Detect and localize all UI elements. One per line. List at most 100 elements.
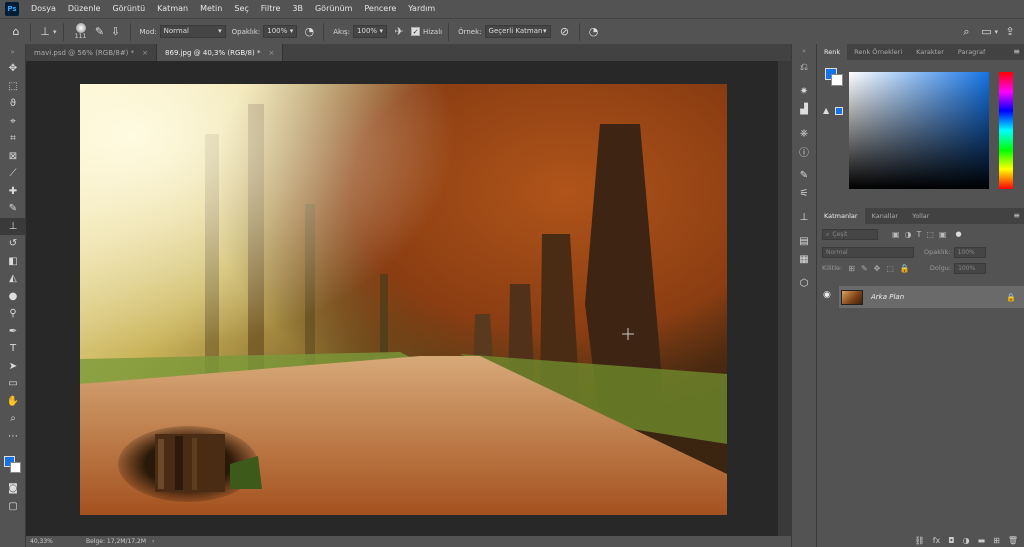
clone-source-icon[interactable]: ⇩ xyxy=(108,24,124,40)
tab-yollar[interactable]: Yollar xyxy=(905,208,936,224)
blend-mode-select[interactable]: Normal xyxy=(822,246,914,258)
more-tools-icon[interactable]: ⋯ xyxy=(0,428,26,446)
menu-dosya[interactable]: Dosya xyxy=(25,0,62,18)
layer-row[interactable]: Arka Plan 🔒 xyxy=(839,286,1024,308)
mode-select[interactable]: Normal ▾ xyxy=(159,25,226,38)
close-icon[interactable]: × xyxy=(142,49,148,57)
web-safe-color-swatch[interactable] xyxy=(835,107,843,115)
document-tab[interactable]: mavi.psd @ 56% (RGB/8#) * × xyxy=(26,44,158,61)
info-panel-icon[interactable]: ⓘ xyxy=(792,142,816,160)
background-color-swatch[interactable] xyxy=(10,462,21,473)
histogram-panel-icon[interactable]: ▟ xyxy=(792,100,816,118)
move-tool-icon[interactable]: ✥ xyxy=(0,60,26,78)
menu-goruntu[interactable]: Görüntü xyxy=(106,0,151,18)
zoom-tool-icon[interactable]: ⌕ xyxy=(0,410,26,428)
brush-settings-icon[interactable]: ✎ xyxy=(92,24,108,40)
menu-sec[interactable]: Seç xyxy=(228,0,254,18)
home-icon[interactable]: ⌂ xyxy=(8,24,24,40)
marquee-tool-icon[interactable]: ⬚ xyxy=(0,78,26,96)
history-brush-tool-icon[interactable]: ↺ xyxy=(0,235,26,253)
tab-katmanlar[interactable]: Katmanlar xyxy=(817,208,865,224)
quick-selection-tool-icon[interactable]: ⌖ xyxy=(0,113,26,131)
clone-stamp-tool-icon[interactable]: ⊥ xyxy=(0,217,26,235)
sample-select[interactable]: Geçerli Katman ▾ xyxy=(484,25,551,38)
panel-menu-icon[interactable]: ≡ xyxy=(1013,211,1020,220)
menu-pencere[interactable]: Pencere xyxy=(358,0,402,18)
collapse-icon[interactable]: « xyxy=(792,44,816,58)
collapse-icon[interactable]: » xyxy=(0,44,25,60)
folder-icon[interactable]: ▬ xyxy=(978,536,986,545)
menu-katman[interactable]: Katman xyxy=(151,0,194,18)
aligned-checkbox[interactable]: ✓ Hizalı xyxy=(411,27,442,36)
fill-field[interactable]: 100% xyxy=(954,262,987,274)
panel-menu-icon[interactable]: ≡ xyxy=(1013,47,1020,56)
menu-yardim[interactable]: Yardım xyxy=(402,0,441,18)
search-icon[interactable]: ⌕ xyxy=(958,24,974,40)
opacity-field[interactable]: 100% ▾ xyxy=(263,25,298,38)
document-image[interactable] xyxy=(80,84,727,515)
type-tool-icon[interactable]: T xyxy=(0,340,26,358)
rectangle-tool-icon[interactable]: ▭ xyxy=(0,375,26,393)
menu-gorunum[interactable]: Görünüm xyxy=(309,0,358,18)
share-icon[interactable]: ⇪ xyxy=(1002,24,1018,40)
airbrush-icon[interactable]: ✈ xyxy=(391,24,407,40)
workspace-icon[interactable]: ▭ xyxy=(978,24,994,40)
color-field[interactable] xyxy=(849,72,989,189)
tab-karakter[interactable]: Karakter xyxy=(909,44,951,60)
mask-icon[interactable]: ◘ xyxy=(948,536,954,545)
hue-slider[interactable] xyxy=(999,72,1013,189)
tab-paragraf[interactable]: Paragraf xyxy=(951,44,992,60)
brush-preset-picker[interactable]: 111 xyxy=(70,23,92,40)
healing-brush-tool-icon[interactable]: ✚ xyxy=(0,183,26,201)
vertical-scrollbar[interactable] xyxy=(778,61,791,536)
layer-name[interactable]: Arka Plan xyxy=(871,293,904,301)
hand-tool-icon[interactable]: ✋ xyxy=(0,393,26,411)
document-tab-active[interactable]: 869.jpg @ 40,3% (RGB/8) * × xyxy=(157,44,284,61)
blur-tool-icon[interactable]: ● xyxy=(0,288,26,306)
chevron-right-icon[interactable]: › xyxy=(152,538,154,545)
quick-mask-icon[interactable]: ◙ xyxy=(0,480,26,498)
new-layer-icon[interactable]: ⊞ xyxy=(993,536,1000,545)
close-icon[interactable]: × xyxy=(268,49,274,57)
chevron-down-icon[interactable]: ▾ xyxy=(53,28,57,36)
screen-mode-icon[interactable]: ▢ xyxy=(0,498,26,516)
menu-metin[interactable]: Metin xyxy=(194,0,228,18)
menu-duzenle[interactable]: Düzenle xyxy=(62,0,107,18)
history-panel-icon[interactable]: ⎌ xyxy=(792,58,816,76)
paint-bucket-tool-icon[interactable]: ◭ xyxy=(0,270,26,288)
libraries-panel-icon[interactable]: ▤ xyxy=(792,232,816,250)
link-icon[interactable]: ⛓ xyxy=(915,536,925,545)
ignore-adjustment-layers-icon[interactable]: ⊘ xyxy=(557,24,573,40)
menu-filtre[interactable]: Filtre xyxy=(255,0,287,18)
lasso-tool-icon[interactable]: ϑ xyxy=(0,95,26,113)
clone-source-panel-icon[interactable]: ⎈ xyxy=(792,124,816,142)
lock-icons[interactable]: ⊞✎✥⬚🔒 xyxy=(848,264,916,273)
trash-icon[interactable]: 🗑 xyxy=(1008,536,1018,545)
eyedropper-tool-icon[interactable]: ⟋ xyxy=(0,165,26,183)
eye-icon[interactable]: ◉ xyxy=(823,290,831,300)
3d-panel-icon[interactable]: ⬡ xyxy=(792,274,816,292)
brush-tool-icon[interactable]: ✎ xyxy=(0,200,26,218)
layer-filter-select[interactable]: ⌕ Çeşit xyxy=(822,228,878,240)
layer-filter-icons[interactable]: ▣◑T⬚▣ xyxy=(892,230,952,239)
dodge-tool-icon[interactable]: ⚲ xyxy=(0,305,26,323)
tab-renk-ornekleri[interactable]: Renk Örnekleri xyxy=(847,44,909,60)
path-selection-tool-icon[interactable]: ➤ xyxy=(0,358,26,376)
chevron-down-icon[interactable]: ▾ xyxy=(994,28,998,36)
flow-field[interactable]: 100% ▾ xyxy=(353,25,388,38)
clone-stamp-icon[interactable]: ⊥ xyxy=(37,24,53,40)
adjustment-icon[interactable]: ◑ xyxy=(963,536,970,545)
tab-kanallar[interactable]: Kanallar xyxy=(865,208,906,224)
brightness-panel-icon[interactable]: ✷ xyxy=(792,82,816,100)
frame-tool-icon[interactable]: ⊠ xyxy=(0,148,26,166)
brush-settings-panel-icon[interactable]: ⚟ xyxy=(792,184,816,202)
clone-stamp-panel-icon[interactable]: ⊥ xyxy=(792,208,816,226)
brushes-panel-icon[interactable]: ✎ xyxy=(792,166,816,184)
layer-opacity-field[interactable]: 100% xyxy=(953,246,986,258)
gamut-warning-icon[interactable]: ▲ xyxy=(823,106,829,115)
zoom-level[interactable]: 40,33% xyxy=(26,538,58,545)
filter-toggle-icon[interactable]: ● xyxy=(956,230,962,238)
background-color-swatch[interactable] xyxy=(831,74,843,86)
lock-icon[interactable]: 🔒 xyxy=(1006,293,1016,302)
pressure-opacity-icon[interactable]: ◔ xyxy=(301,24,317,40)
